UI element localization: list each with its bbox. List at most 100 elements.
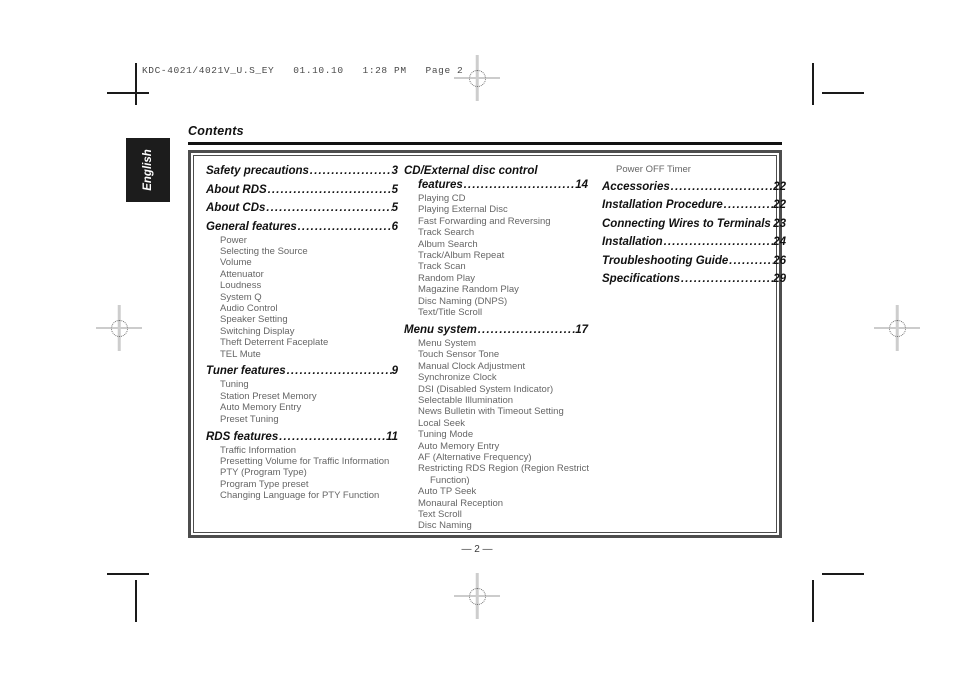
toc-chapter-label: General features (206, 220, 297, 233)
registration-mark-circle (468, 69, 486, 87)
crop-mark-bottom-right-horizontal (822, 573, 864, 575)
toc-chapter-entry[interactable]: Tuner features .........................… (206, 364, 398, 378)
toc-subitem[interactable]: Power OFF Timer (602, 164, 786, 175)
toc-subitem[interactable]: Speaker Setting (206, 314, 398, 325)
registration-mark-top-center (454, 55, 500, 101)
toc-page-number: 5 (391, 183, 398, 196)
toc-subitem[interactable]: TEL Mute (206, 349, 398, 360)
toc-subitem[interactable]: Monaural Reception (404, 498, 588, 509)
toc-chapter-label: Connecting Wires to Terminals (602, 217, 771, 230)
crop-mark-top-left-horizontal (107, 92, 149, 94)
language-tab-label: English (142, 149, 154, 191)
toc-subitem[interactable]: Loudness (206, 280, 398, 291)
toc-chapter-label: Troubleshooting Guide (602, 254, 729, 267)
toc-subitem[interactable]: Touch Sensor Tone (404, 349, 588, 360)
toc-column-left: Safety precautions......................… (206, 164, 404, 502)
toc-subitem[interactable]: Theft Deterrent Faceplate (206, 337, 398, 348)
toc-chapter-entry[interactable]: Installation ...........................… (602, 235, 786, 249)
toc-chapter-label: About CDs (206, 202, 266, 214)
toc-subitem[interactable]: PTY (Program Type) (206, 467, 398, 478)
toc-subitem[interactable]: Audio Control (206, 303, 398, 314)
toc-subitem[interactable]: Auto TP Seek (404, 486, 588, 497)
toc-chapter-entry[interactable]: RDS features ...........................… (206, 430, 398, 444)
toc-dot-leader: ............... (723, 199, 773, 212)
page-title: Contents (188, 124, 244, 138)
toc-subitem[interactable]: AF (Alternative Frequency) (404, 452, 588, 463)
registration-mark-left-middle (96, 305, 142, 351)
toc-chapter-entry[interactable]: Specifications .........................… (602, 272, 786, 286)
toc-chapter-entry[interactable]: Installation Procedure ...............22 (602, 198, 786, 212)
toc-subitem[interactable]: Manual Clock Adjustment (404, 361, 588, 372)
toc-dot-leader: ........................... (680, 273, 773, 286)
toc-subitem[interactable]: Fast Forwarding and Reversing (404, 216, 588, 227)
toc-subitem[interactable]: Auto Memory Entry (404, 441, 588, 452)
toc-dot-leader: ........................... (297, 220, 392, 233)
toc-subitem[interactable]: Traffic Information (206, 445, 398, 456)
toc-page-number: 23 (773, 217, 786, 230)
toc-page-number: 24 (773, 236, 786, 249)
toc-dot-leader: ................................. (463, 179, 576, 191)
toc-subitem[interactable]: Magazine Random Play (404, 284, 588, 295)
toc-chapter-entry[interactable]: Accessories ............................… (602, 180, 786, 194)
toc-chapter-label: Installation (602, 236, 663, 249)
toc-subitem[interactable]: Menu System (404, 338, 588, 349)
toc-chapter-entry[interactable]: CD/External disc control features .......… (404, 164, 588, 192)
toc-subitem[interactable]: DSI (Disabled System Indicator) (404, 384, 588, 395)
toc-subitem[interactable]: Volume (206, 257, 398, 268)
toc-subitem[interactable]: Disc Naming (404, 520, 588, 531)
toc-subitem[interactable]: Switching Display (206, 326, 398, 337)
toc-chapter-entry[interactable]: General features .......................… (206, 220, 398, 234)
toc-subitem[interactable]: Attenuator (206, 269, 398, 280)
toc-subitem[interactable]: Track Search (404, 227, 588, 238)
toc-page-number: 26 (773, 254, 786, 267)
crop-mark-top-right-vertical (812, 63, 814, 105)
toc-subitem[interactable]: Tuning Mode (404, 429, 588, 440)
toc-subitem[interactable]: Track Scan (404, 261, 588, 272)
toc-subitem[interactable]: Presetting Volume for Traffic Informatio… (206, 456, 398, 467)
toc-subitem[interactable]: Preset Tuning (206, 414, 398, 425)
toc-subitem[interactable]: Selectable Illumination (404, 395, 588, 406)
toc-subitem[interactable]: Station Preset Memory (206, 391, 398, 402)
toc-chapter-entry[interactable]: Connecting Wires to Terminals 23 (602, 217, 786, 231)
toc-subitem[interactable]: Program Type preset (206, 479, 398, 490)
toc-page-number: 3 (391, 165, 398, 177)
toc-chapter-entry[interactable]: Menu system.............................… (404, 323, 588, 337)
toc-subitem[interactable]: Local Seek (404, 418, 588, 429)
toc-chapter-entry[interactable]: About CDs...............................… (206, 201, 398, 215)
toc-subitem[interactable]: System Q (206, 292, 398, 303)
toc-subitem[interactable]: Selecting the Source (206, 246, 398, 257)
toc-page-number: 22 (773, 180, 786, 193)
toc-chapter-entry[interactable]: Troubleshooting Guide ..............26 (602, 254, 786, 268)
toc-subitem[interactable]: Changing Language for PTY Function (206, 490, 398, 501)
toc-subitem[interactable]: Album Search (404, 239, 588, 250)
toc-subitem[interactable]: Synchronize Clock (404, 372, 588, 383)
crop-mark-top-left-vertical (135, 63, 137, 105)
toc-subitem[interactable]: Restricting RDS Region (Region Restrict (404, 463, 589, 474)
toc-subitem[interactable]: News Bulletin with Timeout Setting (404, 406, 588, 417)
toc-subitem[interactable]: Auto Memory Entry (206, 402, 398, 413)
toc-subitem[interactable]: Track/Album Repeat (404, 250, 588, 261)
toc-page-number: 17 (575, 323, 588, 336)
toc-chapter-entry[interactable]: Safety precautions......................… (206, 164, 398, 178)
toc-subitem[interactable]: Playing External Disc (404, 204, 588, 215)
toc-subitem[interactable]: Disc Naming (DNPS) (404, 296, 588, 307)
title-underline-rule (188, 142, 782, 145)
toc-dot-leader: .............. (729, 254, 773, 267)
registration-mark-bottom-center (454, 573, 500, 619)
toc-chapter-label: RDS features (206, 430, 279, 443)
toc-subitem[interactable]: Tuning (206, 379, 398, 390)
toc-subitem[interactable]: Text/Title Scroll (404, 307, 588, 318)
table-of-contents-columns: Safety precautions......................… (206, 164, 786, 531)
registration-mark-circle (468, 587, 486, 605)
toc-subitem[interactable]: Power (206, 235, 398, 246)
toc-subitem[interactable]: Random Play (404, 273, 588, 284)
toc-chapter-title-line2[interactable]: features ...............................… (404, 178, 588, 192)
toc-subitem[interactable]: Playing CD (404, 193, 588, 204)
toc-dot-leader: ............................. (477, 323, 575, 336)
toc-chapter-label: Accessories (602, 180, 670, 193)
toc-chapter-entry[interactable]: About RDS ..............................… (206, 183, 398, 197)
toc-subitem[interactable]: Function) (404, 475, 588, 486)
toc-subitem[interactable]: Text Scroll (404, 509, 588, 520)
toc-page-number: 14 (575, 179, 588, 191)
toc-dot-leader: .............................. (286, 365, 392, 378)
